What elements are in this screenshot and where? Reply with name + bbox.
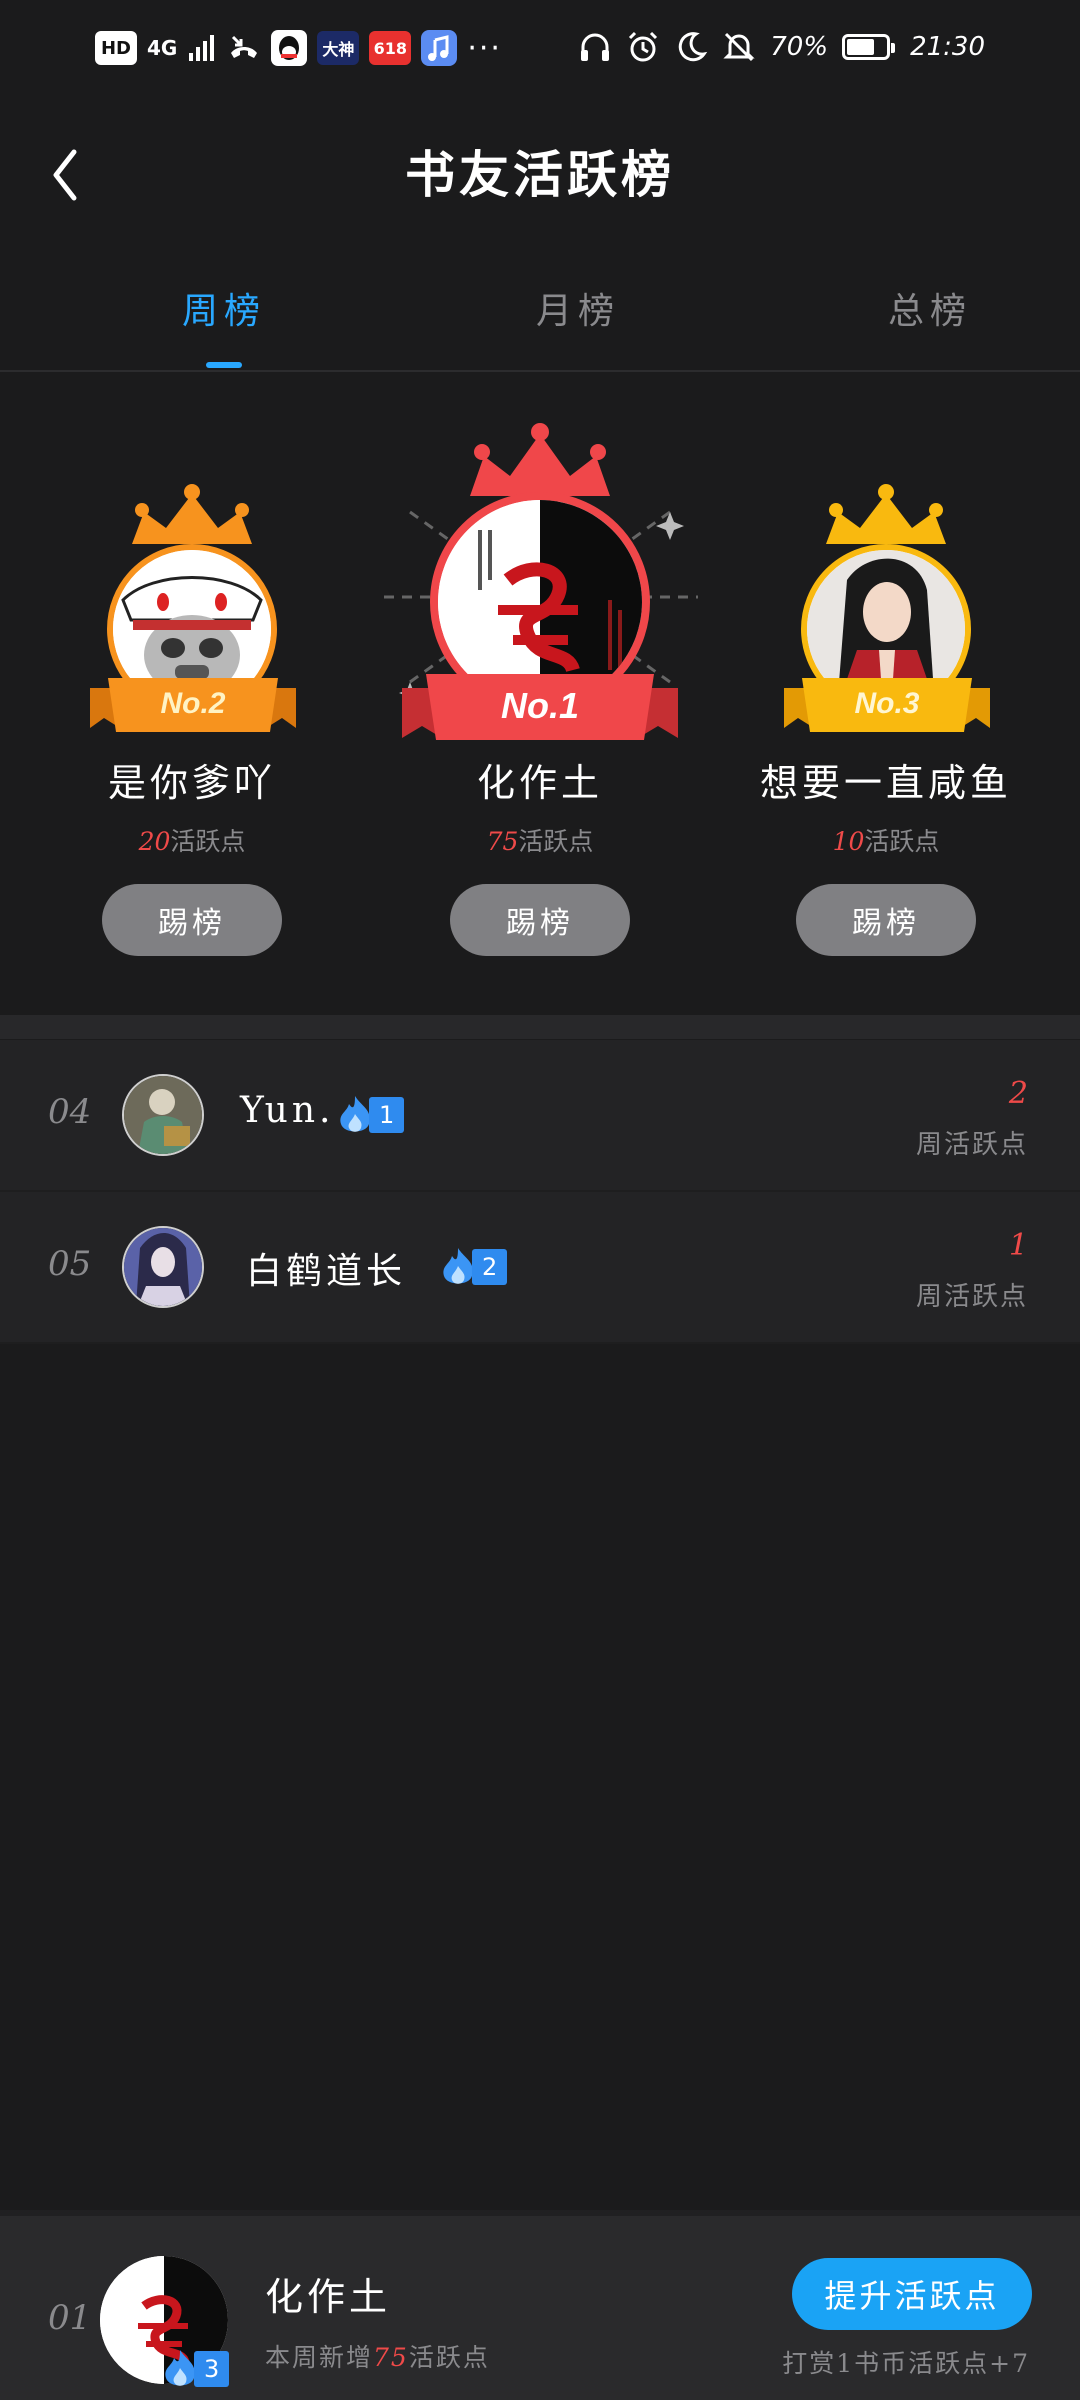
dashen-icon: 大神 <box>317 31 360 65</box>
row-name: 白鹤道长 <box>246 1251 407 1292</box>
fire-level: 1 <box>369 1097 405 1133</box>
points-value: 20 <box>138 827 171 856</box>
crown-icon <box>826 484 946 544</box>
my-rank-bar: 01 3 化作土 本周新增75活跃点 提升活跃点 打赏1书币活跃点+7 <box>0 2210 1080 2400</box>
podium-name-first: 化作土 <box>476 761 603 805</box>
rank-label-second: No.2 <box>160 687 226 720</box>
more-notifications: ··· <box>467 30 502 66</box>
list-item[interactable]: 04 Yun. 1 2 周活跃点 <box>0 1040 1080 1192</box>
fire-level-badge: 3 <box>160 2348 230 2390</box>
podium-third: No.3 想要一直咸鱼 10活跃点 踢榜 <box>726 372 1046 1012</box>
row-name: Yun. <box>240 1090 335 1131</box>
section-divider <box>0 1015 1080 1039</box>
points-suffix: 活跃点 <box>170 827 246 856</box>
row-rank: 04 <box>48 1092 92 1132</box>
rank-label-third: No.3 <box>854 687 920 720</box>
fire-level-badge: 1 <box>335 1096 405 1134</box>
sub-points: 75 <box>373 2343 409 2372</box>
sub-suffix: 活跃点 <box>408 2343 490 2372</box>
moon-icon <box>679 32 708 62</box>
figure-avatar-icon <box>124 1076 202 1154</box>
network-label: 4G <box>147 36 178 60</box>
tab-weekly[interactable]: 周榜 <box>44 282 404 334</box>
active-tab-indicator <box>206 362 242 368</box>
kick-button-third[interactable]: 踢榜 <box>796 884 976 956</box>
taobao-618-icon: 618 <box>369 31 412 65</box>
boost-activity-button[interactable]: 提升活跃点 <box>792 2258 1032 2330</box>
headphones-icon <box>581 33 610 61</box>
avatar[interactable] <box>122 1074 204 1156</box>
row-score: 2 <box>1008 1076 1028 1111</box>
clock: 21:30 <box>910 32 985 62</box>
my-rank: 01 <box>48 2298 92 2338</box>
my-name: 化作土 <box>265 2275 392 2319</box>
qq-icon <box>271 30 308 66</box>
points-value: 75 <box>486 827 519 856</box>
kick-button-first[interactable]: 踢榜 <box>450 884 630 956</box>
fire-level: 2 <box>472 1249 508 1285</box>
podium-second: No.2 是你爹吖 20活跃点 踢榜 <box>32 372 352 1012</box>
podium-points-first: 75活跃点 <box>380 822 700 858</box>
missed-call-icon <box>231 35 258 58</box>
battery-icon <box>842 34 896 60</box>
row-score-label: 周活跃点 <box>915 1130 1028 1160</box>
status-bar: HD 4G 大神 618 ··· 70% 21:30 <box>0 0 1080 105</box>
alarm-icon <box>629 31 658 62</box>
tip-reward-hint: 打赏1书币活跃点+7 <box>782 2349 1030 2378</box>
row-score: 1 <box>1008 1228 1028 1263</box>
app-screen: HD 4G 大神 618 ··· 70% 21:30 书友活跃榜 周榜 月榜 总… <box>0 0 1080 2400</box>
rank-label-first: No.1 <box>500 685 579 726</box>
tab-bar: 周榜 月榜 总榜 <box>0 270 1080 372</box>
sub-prefix: 本周新增 <box>265 2343 374 2372</box>
mute-bell-icon <box>723 32 755 62</box>
podium-points-third: 10活跃点 <box>726 822 1046 858</box>
signal-icon <box>189 35 215 61</box>
status-left: HD 4G 大神 618 ··· <box>95 30 502 66</box>
fire-level-badge: 2 <box>438 1248 508 1286</box>
podium-first: No.1 化作土 75活跃点 踢榜 <box>380 372 700 1012</box>
list-item[interactable]: 05 白鹤道长 2 1 周活跃点 <box>0 1192 1080 1344</box>
battery-percent: 70% <box>770 32 829 62</box>
battery-level <box>847 39 874 55</box>
podium-name-third: 想要一直咸鱼 <box>759 761 1012 805</box>
anime-avatar-icon <box>124 1228 202 1306</box>
hd-icon: HD <box>95 31 137 65</box>
podium-points-second: 20活跃点 <box>32 822 352 858</box>
fire-level: 3 <box>194 2351 230 2387</box>
crown-icon <box>132 484 252 544</box>
row-rank: 05 <box>48 1244 92 1284</box>
points-value: 10 <box>832 827 865 856</box>
music-icon <box>421 30 458 66</box>
avatar[interactable] <box>122 1226 204 1308</box>
points-suffix: 活跃点 <box>518 827 594 856</box>
my-weekly-points: 本周新增75活跃点 <box>265 2338 490 2374</box>
top-three-podium: No.2 是你爹吖 20活跃点 踢榜 No.1 化作土 75活跃点 踢榜 No.… <box>0 372 1080 1012</box>
tab-total[interactable]: 总榜 <box>750 282 1080 334</box>
tab-monthly[interactable]: 月榜 <box>398 282 758 334</box>
page-title: 书友活跃榜 <box>405 145 675 204</box>
ranking-list: 04 Yun. 1 2 周活跃点 05 白鹤道长 2 1 周活跃点 <box>0 1040 1080 1344</box>
podium-name-second: 是你爹吖 <box>107 761 276 805</box>
points-suffix: 活跃点 <box>864 827 940 856</box>
kick-button-second[interactable]: 踢榜 <box>102 884 282 956</box>
status-right: 70% 21:30 <box>578 30 985 64</box>
row-score-label: 周活跃点 <box>915 1282 1028 1312</box>
